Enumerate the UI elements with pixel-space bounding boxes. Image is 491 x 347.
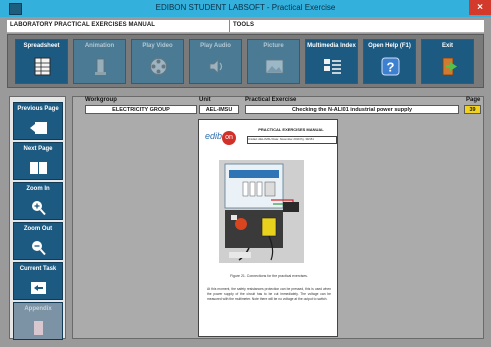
document-meta: Unidad: AEL-IMSU Date: November 2019 Pg.… [247,136,337,144]
svg-text:?: ? [387,60,395,75]
previous-page-button[interactable]: Previous Page [13,102,63,140]
previous-page-label: Previous Page [17,106,59,112]
power-supply-figure [219,160,304,263]
page-number-field[interactable]: 39 [464,105,481,114]
exit-label: Exit [441,43,453,49]
play-audio-label: Play Audio [200,43,231,49]
menu-manual[interactable]: LABORATORY PRACTICAL EXERCISES MANUAL [10,22,155,28]
menu-tools[interactable]: TOOLS [233,22,254,28]
exit-button[interactable]: Exit [421,39,474,84]
animation-label: Animation [84,43,115,49]
appendix-label: Appendix [24,306,52,312]
spreadsheet-label: Spreadsheet [23,43,60,49]
film-reel-icon [150,58,167,75]
figure-caption: Figure 21. Connections for the practical… [230,274,308,278]
window-title: EDIBON STUDENT LABSOFT - Practical Exerc… [155,3,336,12]
open-help-button[interactable]: Open Help (F1) ? [363,39,416,84]
appendix-icon [34,321,43,335]
unit-label: Unit [199,97,211,103]
document-title: PRACTICAL EXERCISES MANUAL [258,127,324,132]
appendix-button[interactable]: Appendix [13,302,63,340]
current-task-label: Current Task [19,266,57,272]
current-task-icon [31,282,46,294]
picture-label: Picture [263,43,284,49]
zoom-in-icon [32,201,46,216]
zoom-out-icon [32,241,46,256]
next-page-label: Next Page [23,146,53,152]
picture-icon [265,59,284,74]
next-page-icon [30,162,47,174]
play-video-label: Play Video [142,43,173,49]
picture-button[interactable]: Picture [247,39,300,84]
zoom-in-label: Zoom In [26,186,50,192]
app-window: EDIBON STUDENT LABSOFT - Practical Exerc… [0,0,491,347]
animation-button[interactable]: Animation [73,39,126,84]
previous-page-icon [30,122,47,134]
open-help-label: Open Help (F1) [368,43,411,49]
menu-bar: LABORATORY PRACTICAL EXERCISES MANUAL TO… [7,20,484,33]
practical-exercise-label: Practical Exercise [245,97,297,103]
zoom-out-button[interactable]: Zoom Out [13,222,63,260]
animation-icon [95,58,106,75]
logo-on: on [222,131,237,145]
practical-exercise-field: Checking the N-ALI01 industrial power su… [245,105,459,114]
multimedia-index-icon [324,59,341,74]
next-page-button[interactable]: Next Page [13,142,63,180]
multimedia-index-button[interactable]: Multimedia Index [305,39,358,84]
menu-divider [229,20,230,32]
document-page: edib on PRACTICAL EXERCISES MANUAL Unidad… [198,119,338,337]
toolbar: Spreadsheet Animation Play Video Play Au… [7,34,484,88]
page-label: Page [466,97,481,103]
spreadsheet-button[interactable]: Spreadsheet [15,39,68,84]
multimedia-index-label: Multimedia Index [307,43,356,49]
close-button[interactable]: × [469,0,491,15]
spreadsheet-icon [34,57,51,76]
sidebar: Previous Page Next Page Zoom In Zoom Out… [9,96,66,340]
current-task-button[interactable]: Current Task [13,262,63,300]
workgroup-field: ELECTRICITY GROUP [85,105,197,114]
edibon-logo: edib on [205,131,237,145]
play-audio-button[interactable]: Play Audio [189,39,242,84]
exit-door-icon [442,57,457,76]
unit-field: AEL-IMSU [199,105,239,114]
workgroup-label: Workgroup [85,97,117,103]
audio-icon [209,59,223,74]
main-panel: Workgroup ELECTRICITY GROUP Unit AEL-IMS… [72,96,484,339]
logo-text: edib [205,131,223,141]
document-paragraph: At this moment, the safety resistances p… [207,287,331,301]
help-icon: ? [381,57,400,76]
title-bar: EDIBON STUDENT LABSOFT - Practical Exerc… [0,0,491,17]
zoom-out-label: Zoom Out [23,226,53,232]
zoom-in-button[interactable]: Zoom In [13,182,63,220]
play-video-button[interactable]: Play Video [131,39,184,84]
